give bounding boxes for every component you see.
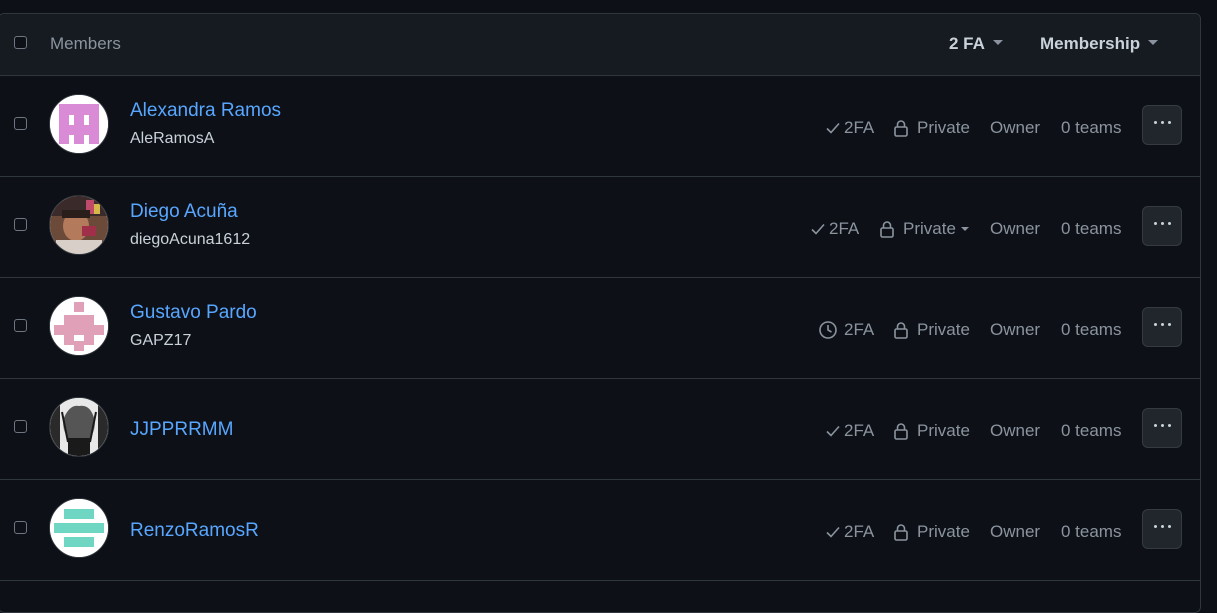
member-role: Owner (990, 522, 1041, 541)
member-name-link[interactable]: Alexandra Ramos (130, 100, 281, 122)
lock-icon (894, 423, 908, 440)
visibility-dropdown[interactable]: Private (879, 217, 969, 241)
more-options-button[interactable] (1142, 105, 1182, 145)
visibility-label: Private (917, 522, 970, 541)
avatar[interactable] (49, 94, 109, 154)
member-role: Owner (990, 219, 1041, 238)
avatar[interactable] (49, 498, 109, 558)
twofa-label: 2FA (844, 421, 875, 440)
twofa-status: 2FA (825, 520, 874, 544)
visibility-status: Private (893, 520, 970, 544)
member-teams: 0 teams (1061, 421, 1122, 440)
filter-2fa-dropdown[interactable]: 2 FA (949, 34, 1003, 54)
member-role: Owner (990, 118, 1041, 137)
twofa-status: 2FA (818, 318, 874, 342)
avatar[interactable] (49, 397, 109, 457)
member-role: Owner (990, 320, 1041, 339)
member-name-link[interactable]: RenzoRamosR (130, 520, 259, 542)
member-teams: 0 teams (1061, 522, 1122, 541)
check-icon (826, 425, 840, 437)
members-header: Members 2 FA Membership (0, 14, 1200, 76)
member-login: GAPZ17 (130, 332, 192, 349)
visibility-label: Private (917, 320, 970, 339)
kebab-horizontal-icon (1153, 322, 1171, 326)
visibility-status: Private (893, 116, 970, 140)
member-login: AleRamosA (130, 130, 215, 147)
avatar[interactable] (49, 195, 109, 255)
clock-icon (819, 321, 837, 339)
filter-membership-label: Membership (1040, 34, 1141, 53)
member-checkbox[interactable] (14, 319, 27, 332)
more-options-button[interactable] (1142, 307, 1182, 347)
twofa-status: 2FA (825, 419, 874, 443)
check-icon (811, 223, 825, 235)
member-name-link[interactable]: Gustavo Pardo (130, 302, 257, 324)
twofa-label: 2FA (829, 219, 860, 238)
kebab-horizontal-icon (1153, 221, 1171, 225)
select-all-checkbox[interactable] (14, 36, 27, 49)
kebab-horizontal-icon (1153, 524, 1171, 528)
member-teams: 0 teams (1061, 118, 1122, 137)
member-row: JJPPRRMM 2FA Private Owner 0 teams (0, 379, 1200, 480)
filter-2fa-label: 2 FA (949, 34, 985, 53)
check-icon (826, 526, 840, 538)
lock-icon (880, 221, 894, 238)
kebab-horizontal-icon (1153, 423, 1171, 427)
visibility-label: Private (917, 118, 970, 137)
member-checkbox[interactable] (14, 218, 27, 231)
member-row: Diego Acuña diegoAcuna1612 2FA Private O… (0, 177, 1200, 278)
member-checkbox[interactable] (14, 117, 27, 130)
chevron-down-icon (960, 227, 969, 231)
lock-icon (894, 120, 908, 137)
lock-icon (894, 524, 908, 541)
member-role: Owner (990, 421, 1041, 440)
members-header-title: Members (50, 34, 121, 53)
check-icon (826, 122, 840, 134)
visibility-label: Private (903, 219, 956, 238)
members-panel: Members 2 FA Membership Alexandra Ramos … (0, 13, 1201, 613)
visibility-status: Private (893, 318, 970, 342)
visibility-status: Private (893, 419, 970, 443)
lock-icon (894, 322, 908, 339)
more-options-button[interactable] (1142, 206, 1182, 246)
member-teams: 0 teams (1061, 320, 1122, 339)
member-row: Gustavo Pardo GAPZ17 2FA Private Owner 0… (0, 278, 1200, 379)
member-row: Alexandra Ramos AleRamosA 2FA Private Ow… (0, 76, 1200, 177)
member-login: diegoAcuna1612 (130, 231, 251, 248)
avatar[interactable] (49, 296, 109, 356)
visibility-label: Private (917, 421, 970, 440)
member-name-link[interactable]: Diego Acuña (130, 201, 238, 223)
twofa-label: 2FA (844, 522, 875, 541)
member-checkbox[interactable] (14, 420, 27, 433)
twofa-label: 2FA (844, 320, 875, 339)
member-checkbox[interactable] (14, 521, 27, 534)
filter-membership-dropdown[interactable]: Membership (1040, 34, 1159, 54)
more-options-button[interactable] (1142, 509, 1182, 549)
kebab-horizontal-icon (1153, 120, 1171, 124)
member-row: RenzoRamosR 2FA Private Owner 0 teams (0, 480, 1200, 581)
more-options-button[interactable] (1142, 408, 1182, 448)
twofa-label: 2FA (844, 118, 875, 137)
twofa-status: 2FA (810, 217, 859, 241)
twofa-status: 2FA (825, 116, 874, 140)
member-name-link[interactable]: JJPPRRMM (130, 419, 233, 441)
member-teams: 0 teams (1061, 219, 1122, 238)
chevron-down-icon (992, 40, 1003, 46)
chevron-down-icon (1148, 40, 1159, 46)
